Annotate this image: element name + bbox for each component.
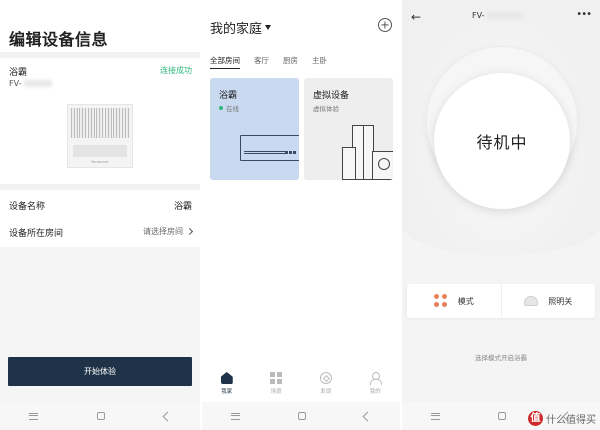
hint-text: 选择模式开启浴霸 <box>475 354 527 362</box>
mode-label: 模式 <box>457 296 474 306</box>
back-arrow-icon[interactable]: ← <box>411 10 421 24</box>
home-icon <box>220 372 233 384</box>
tab-discover[interactable]: 发现 <box>311 372 341 402</box>
page-title: 编辑设备信息 <box>9 30 109 49</box>
device-control-screen: ← FV- ••• 待机中 模式 照明关 选择模式开启浴霸 值 什么值得买 <box>402 0 600 430</box>
home-selector[interactable]: 我的家庭 <box>210 18 272 37</box>
card-title: 浴霸 <box>219 91 238 101</box>
tab-my-home[interactable]: 我家 <box>212 372 242 402</box>
heater-illustration <box>240 135 299 161</box>
tab-label: 发现 <box>320 389 332 395</box>
mode-button[interactable]: 模式 <box>407 284 501 318</box>
online-dot-icon <box>219 106 223 110</box>
caret-down-icon <box>265 25 272 30</box>
room-select-placeholder: 请选择房间 <box>143 227 183 236</box>
device-model: FV- <box>9 79 52 88</box>
light-label: 照明关 <box>548 296 573 306</box>
status-text: 在线 <box>226 105 239 113</box>
home-square-icon[interactable] <box>96 412 105 420</box>
person-icon <box>369 372 383 385</box>
device-state-display[interactable]: 待机中 <box>434 73 570 209</box>
edit-device-screen: 编辑设备信息 浴霸 连接成功 FV- Panasonic 设备名称 浴霸 设备所… <box>0 0 200 430</box>
menu-icon[interactable] <box>431 412 440 420</box>
heater-panel <box>73 145 127 157</box>
watermark: 值 什么值得买 <box>528 411 596 426</box>
device-card-virtual[interactable]: 虚拟设备 虚拟体验 <box>304 78 393 180</box>
device-name-label: 浴霸 <box>9 68 28 78</box>
device-model-text: FV- <box>9 79 22 88</box>
light-toggle-button[interactable]: 照明关 <box>500 284 596 318</box>
device-title-text: FV- <box>472 11 485 20</box>
tab-kitchen[interactable]: 厨房 <box>283 55 298 69</box>
online-status: 在线 <box>219 103 239 113</box>
bath-heater-image: Panasonic <box>67 104 133 168</box>
compass-icon <box>319 372 332 384</box>
back-arrow-icon[interactable] <box>162 411 173 421</box>
control-bar: 模式 照明关 <box>407 284 595 318</box>
system-nav-bar <box>0 402 200 430</box>
tab-label: 场景 <box>270 389 282 395</box>
add-circle-icon[interactable] <box>378 18 392 32</box>
card-title: 虚拟设备 <box>313 91 350 101</box>
home-square-icon[interactable] <box>298 412 306 420</box>
start-experience-button[interactable]: 开始体验 <box>8 357 192 386</box>
menu-icon[interactable] <box>29 412 39 420</box>
appliances-illustration <box>342 125 393 180</box>
lamp-icon <box>524 296 539 306</box>
tab-all-rooms[interactable]: 全部房间 <box>210 55 240 69</box>
system-nav-bar <box>202 402 400 430</box>
back-arrow-icon[interactable] <box>362 411 373 421</box>
device-name-row[interactable]: 设备名称 浴霸 <box>9 199 192 212</box>
device-title: FV- <box>472 11 523 20</box>
field-value: 浴霸 <box>173 202 192 212</box>
tab-mine[interactable]: 我的 <box>360 372 390 402</box>
tab-scenes[interactable]: 场景 <box>261 372 291 402</box>
page-title: 我的家庭 <box>210 22 263 37</box>
tab-living-room[interactable]: 客厅 <box>254 55 269 69</box>
chevron-right-icon <box>185 227 194 236</box>
watermark-logo-icon: 值 <box>528 411 543 426</box>
connection-status: 连接成功 <box>160 66 192 75</box>
heater-brand: Panasonic <box>91 160 109 164</box>
divider <box>0 52 200 58</box>
home-square-icon[interactable] <box>498 412 506 420</box>
mode-dots-icon <box>433 294 448 308</box>
field-label: 设备所在房间 <box>9 229 64 239</box>
menu-icon[interactable] <box>231 412 240 420</box>
divider <box>0 184 200 190</box>
field-label: 设备名称 <box>9 202 46 212</box>
grid-icon <box>270 372 283 384</box>
tab-master-bedroom[interactable]: 主卧 <box>312 55 327 69</box>
screens-container: 编辑设备信息 浴霸 连接成功 FV- Panasonic 设备名称 浴霸 设备所… <box>0 0 600 430</box>
tab-label: 我家 <box>221 389 233 395</box>
room-tabs: 全部房间 客厅 厨房 主卧 <box>210 55 327 69</box>
heater-grill <box>71 108 129 138</box>
device-room-row[interactable]: 设备所在房间 请选择房间 <box>9 226 194 239</box>
status-text: 虚拟体验 <box>313 105 339 113</box>
blurred-model-number <box>23 80 52 87</box>
device-card-bath-heater[interactable]: 浴霸 在线 <box>210 78 299 180</box>
more-icon[interactable]: ••• <box>576 9 592 20</box>
watermark-text: 什么值得买 <box>546 415 596 426</box>
bottom-tab-bar: 我家 场景 发现 我的 <box>202 372 400 402</box>
blurred-model-number <box>486 12 523 19</box>
my-home-screen: 我的家庭 全部房间 客厅 厨房 主卧 浴霸 在线 虚拟设备 虚拟体验 我家 场景… <box>202 0 400 430</box>
tab-label: 我的 <box>369 389 381 395</box>
